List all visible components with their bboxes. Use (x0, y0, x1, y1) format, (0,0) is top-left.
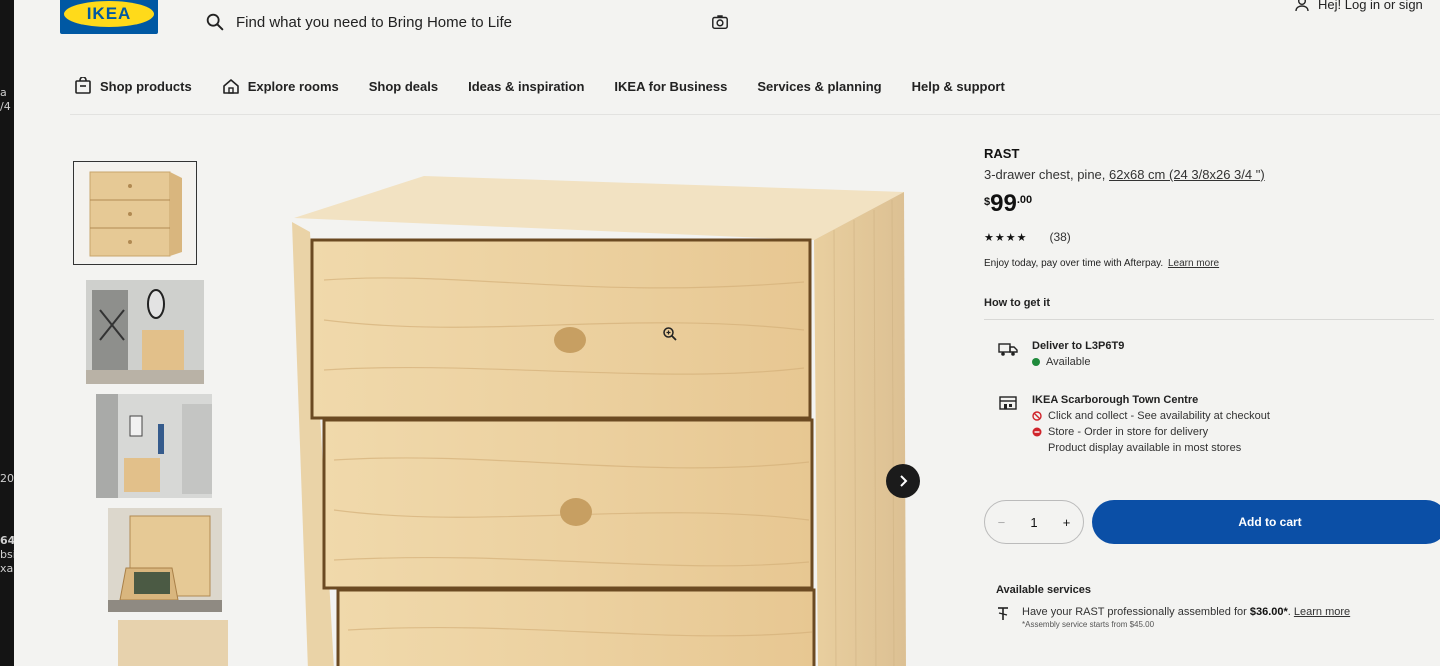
nav-shop-products[interactable]: Shop products (74, 77, 192, 95)
store-icon (999, 396, 1017, 410)
search-input[interactable]: Find what you need to Bring Home to Life (236, 14, 512, 31)
quantity-stepper[interactable]: − 1 + (984, 500, 1084, 544)
assembly-tool-icon (998, 607, 1008, 620)
available-services: Available services Have your RAST profes… (996, 584, 1440, 629)
rating-stars: ★★★★ (984, 231, 1028, 244)
product-description: 3-drawer chest, pine, 62x68 cm (24 3/8x2… (984, 167, 1440, 182)
available-dot-icon (1032, 358, 1040, 366)
delivery-status-text: Available (1046, 356, 1091, 368)
assembly-service: Have your RAST professionally assembled … (1022, 606, 1351, 618)
assembly-note: *Assembly service starts from $45.00 (1022, 620, 1155, 629)
logo-text: IKEA (64, 1, 154, 27)
home-icon (222, 79, 239, 94)
user-icon (1295, 0, 1309, 12)
product-thumbnail-3[interactable] (96, 394, 212, 498)
zoom-icon[interactable] (662, 326, 678, 342)
delivery-status: Available (1032, 356, 1124, 368)
room-scene-image (86, 280, 204, 384)
click-collect-text: Click and collect - See availability at … (1048, 410, 1270, 422)
minus-circle-icon (1032, 427, 1042, 437)
click-collect-status: Click and collect - See availability at … (1032, 410, 1270, 422)
nav-label: Explore rooms (247, 78, 339, 94)
nav-label: Help & support (911, 78, 1005, 94)
nav-label: Shop deals (368, 78, 439, 94)
nav-label: IKEA for Business (614, 78, 728, 94)
product-type: 3-drawer chest, pine, (984, 167, 1110, 182)
display-note: Product display available in most stores (1048, 442, 1242, 454)
browser-page: IKEA Find what you need to Bring Home to… (14, 0, 1440, 666)
price-main: 99 (990, 190, 1017, 217)
nav-label: Ideas & inspiration (468, 78, 585, 94)
product-thumbnail-5[interactable] (118, 620, 228, 666)
product-main-image[interactable] (264, 170, 914, 666)
price-decimal: .00 (1016, 194, 1033, 206)
product-size-link[interactable]: 62x68 cm (24 3/8x26 3/4 ") (1109, 167, 1265, 182)
store-order-text: Store - Order in store for delivery (1048, 426, 1209, 438)
store-order-status: Store - Order in store for delivery (1032, 426, 1270, 438)
assembly-text: Have your RAST professionally assembled … (1022, 606, 1250, 618)
store-option[interactable]: IKEA Scarborough Town Centre Click and c… (998, 394, 1270, 454)
nav-shop-deals[interactable]: Shop deals (369, 79, 438, 94)
chest-thumbnail-image (89, 171, 182, 257)
increase-quantity-button[interactable]: + (1063, 515, 1071, 530)
divider (984, 319, 1434, 320)
camera-icon[interactable] (711, 13, 729, 31)
delivery-option[interactable]: Deliver to L3P6T9 Available (998, 340, 1124, 368)
assembly-price: $36.00* (1249, 606, 1288, 618)
login-text: Hej! Log in or sign (1318, 0, 1423, 12)
services-heading: Available services (996, 584, 1091, 596)
bezel-text: 20 (0, 472, 14, 485)
login-link[interactable]: Hej! Log in or sign (1294, 0, 1423, 12)
nav-help-support[interactable]: Help & support (912, 79, 1005, 94)
store-title: IKEA Scarborough Town Centre (1032, 394, 1199, 406)
search-bar[interactable]: Find what you need to Bring Home to Life (204, 6, 744, 38)
product-rating[interactable]: ★★★★ (38) (984, 230, 1440, 244)
product-name: RAST (984, 146, 1020, 161)
quantity-value: 1 (1030, 514, 1038, 530)
nav-ideas-inspiration[interactable]: Ideas & inspiration (468, 79, 584, 94)
unavailable-icon (1032, 411, 1042, 421)
how-to-get-it-heading: How to get it (984, 297, 1050, 309)
product-price: $ 99 .00 (984, 192, 1440, 216)
open-drawer-image (108, 508, 222, 612)
main-navigation: Shop products Explore rooms Shop deals I… (74, 72, 1035, 100)
nav-explore-rooms[interactable]: Explore rooms (222, 77, 339, 95)
ikea-logo[interactable]: IKEA (60, 0, 158, 34)
divider (70, 114, 1440, 115)
truck-icon (998, 343, 1018, 356)
next-image-button[interactable] (886, 464, 920, 498)
add-to-cart-button[interactable]: Add to cart (1092, 500, 1440, 544)
product-thumbnail-2[interactable] (86, 280, 204, 384)
delivery-title: Deliver to L3P6T9 (1032, 340, 1125, 352)
afterpay-text: Enjoy today, pay over time with Afterpay… (984, 258, 1164, 269)
bezel-text: /4 (0, 100, 11, 113)
nav-services-planning[interactable]: Services & planning (757, 79, 881, 94)
afterpay-learn-more-link[interactable]: Learn more (1168, 258, 1219, 269)
search-icon (206, 13, 224, 31)
bezel-text: a (0, 86, 7, 99)
rating-count: (38) (1049, 230, 1071, 244)
nav-label: Shop products (100, 78, 192, 94)
afterpay-message: Enjoy today, pay over time with Afterpay… (984, 258, 1440, 269)
nav-label: Services & planning (757, 78, 882, 94)
chevron-right-icon (900, 475, 908, 487)
nav-ikea-for-business[interactable]: IKEA for Business (614, 79, 727, 94)
product-thumbnail-1[interactable] (73, 161, 197, 265)
assembly-learn-more-link[interactable]: Learn more (1294, 606, 1350, 618)
decrease-quantity-button[interactable]: − (998, 515, 1006, 530)
product-info-panel: RAST 3-drawer chest, pine, 62x68 cm (24 … (984, 146, 1440, 629)
product-thumbnail-4[interactable] (108, 508, 222, 612)
hallway-scene-image (96, 394, 212, 498)
shopping-bag-icon (75, 77, 91, 94)
